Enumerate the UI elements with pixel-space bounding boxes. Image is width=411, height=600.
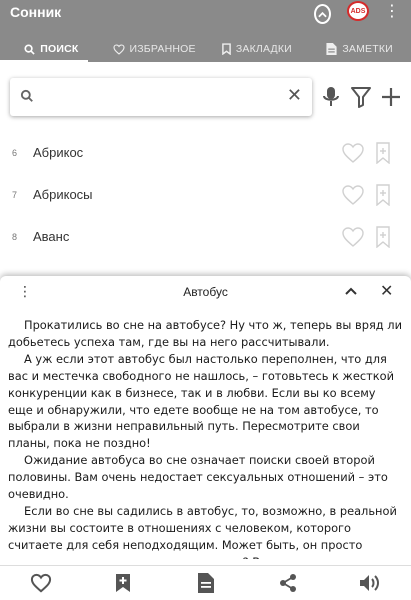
- heart-icon[interactable]: [341, 226, 365, 248]
- paragraph: Если во сне вы садились в автобус, то, в…: [8, 503, 397, 559]
- collapse-circle-icon[interactable]: [314, 4, 331, 24]
- sheet-header: ⋮ Автобус ✕: [0, 276, 411, 308]
- bookmark-add-icon[interactable]: [376, 226, 390, 248]
- list-item[interactable]: 8 Аванс: [0, 218, 411, 260]
- heart-icon: [31, 573, 52, 593]
- favorite-button[interactable]: [0, 566, 82, 600]
- heart-icon[interactable]: [341, 184, 365, 206]
- active-tab-indicator: [0, 60, 88, 63]
- list-item[interactable]: 7 Абрикосы: [0, 176, 411, 218]
- item-number: 7: [12, 190, 18, 200]
- tab-bar: Поиск Избранное Закладки Заметки: [0, 36, 411, 62]
- item-number: 6: [12, 148, 18, 158]
- search-icon: [20, 89, 33, 102]
- tab-label: Закладки: [235, 43, 292, 55]
- list-item[interactable]: 6 Абрикос: [0, 134, 411, 176]
- chevron-up-icon[interactable]: [344, 284, 358, 298]
- close-icon[interactable]: ✕: [380, 281, 393, 301]
- share-icon: [279, 574, 296, 592]
- bookmark-add-icon: [116, 574, 131, 592]
- search-icon: [24, 43, 35, 55]
- note-icon: [326, 43, 337, 55]
- clear-icon[interactable]: ✕: [287, 86, 302, 104]
- share-button[interactable]: [247, 566, 329, 600]
- item-number: 8: [12, 232, 18, 242]
- bookmark-icon: [222, 43, 231, 55]
- add-icon[interactable]: [381, 86, 401, 108]
- speak-button[interactable]: [329, 566, 411, 600]
- search-box: ✕: [10, 78, 312, 116]
- tab-bookmarks[interactable]: Закладки: [206, 36, 309, 62]
- dream-sheet: ⋮ Автобус ✕ Прокатились во сне на автобу…: [0, 276, 411, 600]
- more-vert-icon[interactable]: ⋮: [384, 2, 400, 22]
- note-icon: [197, 573, 214, 593]
- dream-text: Прокатились во сне на автобусе? Ну что ж…: [8, 317, 402, 559]
- tab-label: Избранное: [129, 43, 196, 55]
- paragraph: А уж если этот автобус был настолько пер…: [8, 351, 394, 451]
- heart-icon: [112, 43, 125, 55]
- paragraph: Прокатились во сне на автобусе? Ну что ж…: [8, 318, 402, 349]
- tab-favorites[interactable]: Избранное: [103, 36, 206, 62]
- bookmark-add-icon[interactable]: [376, 142, 390, 164]
- app-bar: Сонник ADS ⋮ Поиск Избранное Закладки За…: [0, 0, 411, 63]
- item-word: Абрикос: [33, 145, 84, 160]
- search-input[interactable]: [40, 84, 280, 110]
- tab-search[interactable]: Поиск: [0, 36, 103, 62]
- filter-icon[interactable]: [350, 86, 372, 108]
- paragraph: Ожидание автобуса во сне означает поиски…: [8, 453, 388, 502]
- tab-label: Поиск: [40, 43, 79, 55]
- no-ads-icon[interactable]: ADS: [347, 1, 369, 21]
- tab-label: Заметки: [342, 43, 393, 55]
- bottom-action-bar: [0, 565, 411, 600]
- bookmark-add-icon[interactable]: [376, 184, 390, 206]
- tab-notes[interactable]: Заметки: [308, 36, 411, 62]
- item-word: Абрикосы: [33, 187, 93, 202]
- heart-icon[interactable]: [341, 142, 365, 164]
- app-title: Сонник: [10, 4, 62, 20]
- add-bookmark-button[interactable]: [82, 566, 164, 600]
- volume-icon: [359, 575, 379, 591]
- item-word: Аванс: [33, 229, 70, 244]
- add-note-button[interactable]: [164, 566, 246, 600]
- microphone-icon[interactable]: [322, 86, 340, 108]
